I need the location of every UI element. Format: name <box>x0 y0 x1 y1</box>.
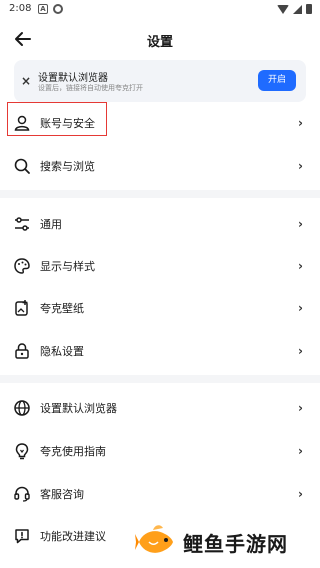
menu-item-privacy[interactable]: 隐私设置 › <box>0 332 320 370</box>
header: 设置 <box>0 22 320 56</box>
chevron-right-icon: › <box>298 217 303 231</box>
menu-label: 显示与样式 <box>40 260 95 273</box>
chevron-right-icon: › <box>298 301 303 315</box>
default-browser-banner: × 设置默认浏览器 设置后，链接将自动使用夸克打开 开启 <box>14 60 306 102</box>
chevron-right-icon: › <box>298 444 303 458</box>
menu-label: 功能改进建议 <box>40 530 106 543</box>
chevron-right-icon: › <box>298 344 303 358</box>
chevron-right-icon: › <box>298 159 303 173</box>
watermark-text: 鲤鱼手游网 <box>183 532 288 556</box>
menu-label: 搜索与浏览 <box>40 160 95 173</box>
section-divider <box>0 375 320 383</box>
signal-icon <box>293 4 302 14</box>
lock-icon <box>15 343 29 359</box>
close-icon[interactable]: × <box>21 74 31 88</box>
highlight-annotation <box>7 102 107 136</box>
page-title: 设置 <box>146 35 173 50</box>
chevron-right-icon: › <box>298 116 303 130</box>
chevron-right-icon: › <box>298 401 303 415</box>
menu-item-wallpaper[interactable]: 夸克壁纸 › <box>0 289 320 327</box>
fish-icon <box>135 525 173 553</box>
wallpaper-icon <box>15 300 28 316</box>
menu-item-support[interactable]: 客服咨询 › <box>0 475 320 513</box>
enable-button[interactable]: 开启 <box>258 70 296 91</box>
search-icon <box>14 158 30 174</box>
wifi-icon <box>277 4 289 14</box>
banner-subtitle: 设置后，链接将自动使用夸克打开 <box>38 84 143 92</box>
headset-icon <box>14 486 30 502</box>
sliders-icon <box>15 217 29 231</box>
menu-label: 客服咨询 <box>40 488 84 501</box>
status-time: 2:08 <box>9 3 32 14</box>
status-right <box>277 4 312 14</box>
notification-a-icon: A <box>38 4 48 14</box>
section-divider <box>0 190 320 198</box>
palette-icon <box>14 258 30 274</box>
notification-dot-icon <box>53 4 63 14</box>
banner-title: 设置默认浏览器 <box>38 73 108 84</box>
menu-label: 设置默认浏览器 <box>40 402 117 415</box>
menu-label: 隐私设置 <box>40 345 84 358</box>
globe-icon <box>14 400 30 416</box>
menu-label: 通用 <box>40 218 62 231</box>
menu-label: 夸克使用指南 <box>40 445 106 458</box>
bulb-icon <box>15 443 29 460</box>
menu-item-default-browser[interactable]: 设置默认浏览器 › <box>0 389 320 427</box>
watermark: 鲤鱼手游网 <box>135 520 315 562</box>
chevron-right-icon: › <box>298 259 303 273</box>
menu-item-guide[interactable]: 夸克使用指南 › <box>0 432 320 470</box>
menu-item-search-browse[interactable]: 搜索与浏览 › <box>0 147 320 185</box>
chevron-right-icon: › <box>298 487 303 501</box>
menu-item-general[interactable]: 通用 › <box>0 205 320 243</box>
menu-label: 夸克壁纸 <box>40 302 84 315</box>
battery-icon <box>306 4 312 14</box>
status-bar: 2:08 A <box>0 0 320 20</box>
menu-item-display-style[interactable]: 显示与样式 › <box>0 247 320 285</box>
feedback-icon <box>15 529 29 544</box>
